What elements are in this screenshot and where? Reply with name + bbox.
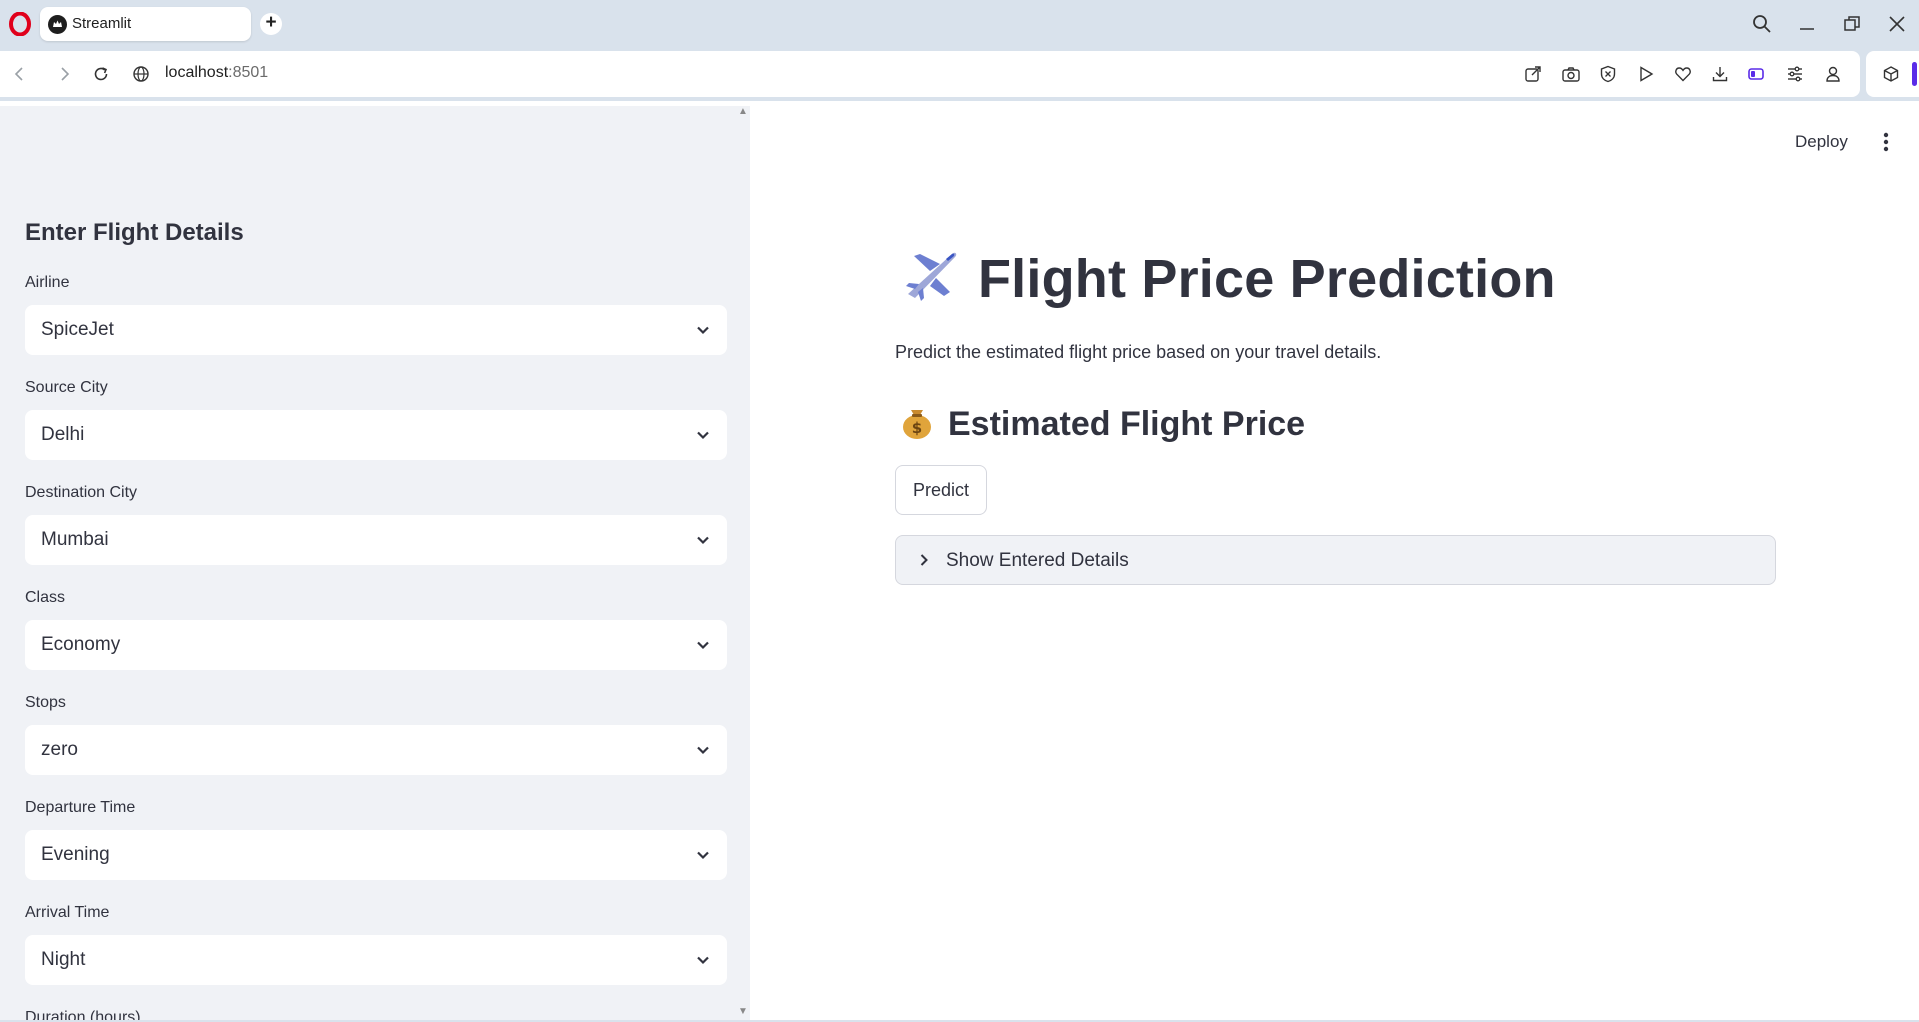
minimize-icon[interactable]: [1793, 10, 1821, 38]
stops-label: Stops: [25, 694, 66, 711]
chevron-down-icon: [697, 536, 709, 545]
section-heading-row: $ Estimated Flight Price: [900, 404, 1305, 445]
reload-icon[interactable]: [89, 62, 113, 86]
class-select[interactable]: Economy: [25, 620, 727, 670]
scroll-up-arrow-icon[interactable]: ▲: [738, 106, 748, 117]
close-window-icon[interactable]: [1883, 10, 1911, 38]
predict-button[interactable]: Predict: [895, 465, 987, 515]
page-title-row: Flight Price Prediction: [900, 246, 1556, 311]
tab-title: Streamlit: [72, 15, 132, 32]
restore-icon[interactable]: [1838, 10, 1866, 38]
source-city-select-value: Delhi: [41, 424, 85, 445]
deploy-button[interactable]: Deploy: [1795, 132, 1848, 152]
streamlit-sidebar: ▲ Enter Flight Details Airline SpiceJet …: [0, 106, 750, 1020]
airline-label: Airline: [25, 274, 70, 291]
chevron-down-icon: [697, 956, 709, 965]
departure-time-label: Departure Time: [25, 799, 136, 816]
arrival-time-select[interactable]: Night: [25, 935, 727, 985]
chevron-down-icon: [697, 431, 709, 440]
player-play-icon[interactable]: [1634, 62, 1658, 86]
chevron-down-icon: [697, 746, 709, 755]
svg-text:$: $: [912, 419, 922, 437]
class-select-value: Economy: [41, 634, 121, 655]
page-title: Flight Price Prediction: [978, 248, 1556, 309]
scroll-down-arrow-icon[interactable]: ▼: [738, 1006, 748, 1017]
browser-address-bar: localhost:8501: [0, 48, 1919, 101]
page-subtitle: Predict the estimated flight price based…: [895, 342, 1382, 362]
download-icon[interactable]: [1708, 62, 1732, 86]
chevron-down-icon: [697, 641, 709, 650]
forward-icon[interactable]: [52, 62, 76, 86]
duration-label: Duration (hours): [25, 1009, 141, 1020]
airline-select-value: SpiceJet: [41, 319, 114, 340]
destination-city-select[interactable]: Mumbai: [25, 515, 727, 565]
sidebar-accent-bar: [1912, 62, 1917, 86]
chevron-right-icon: [920, 554, 928, 566]
money-bag-icon: $: [900, 404, 934, 445]
departure-time-select[interactable]: Evening: [25, 830, 727, 880]
extensions-panel: [1866, 51, 1919, 97]
new-tab-button[interactable]: +: [260, 13, 282, 35]
section-heading: Estimated Flight Price: [948, 405, 1306, 443]
source-city-label: Source City: [25, 379, 108, 396]
heart-icon[interactable]: [1671, 62, 1695, 86]
stops-select[interactable]: zero: [25, 725, 727, 775]
send-to-icon[interactable]: [1521, 62, 1545, 86]
adblock-shield-icon[interactable]: [1596, 62, 1620, 86]
battery-saver-icon[interactable]: [1745, 62, 1769, 86]
url-port: :8501: [228, 64, 269, 81]
main-content: Deploy Flight Price Prediction Predict t…: [750, 106, 1919, 1020]
stops-select-value: zero: [41, 739, 78, 760]
chevron-down-icon: [697, 851, 709, 860]
destination-city-label: Destination City: [25, 484, 138, 501]
class-label: Class: [25, 589, 66, 606]
streamlit-favicon-icon: [48, 15, 67, 34]
expander-label: Show Entered Details: [946, 550, 1129, 571]
camera-icon[interactable]: [1559, 62, 1583, 86]
main-menu-kebab-icon[interactable]: [1874, 130, 1898, 154]
url-host: localhost: [165, 64, 229, 81]
departure-time-select-value: Evening: [41, 844, 110, 865]
profile-icon[interactable]: [1821, 62, 1845, 86]
search-icon[interactable]: [1748, 10, 1776, 38]
extensions-cube-icon[interactable]: [1879, 62, 1903, 86]
opera-logo-icon[interactable]: [9, 11, 31, 37]
back-icon[interactable]: [8, 62, 32, 86]
arrival-time-select-value: Night: [41, 949, 86, 970]
address-bar-field: localhost:8501: [0, 51, 1860, 97]
url-text[interactable]: localhost:8501: [165, 64, 268, 82]
browser-tab-streamlit[interactable]: Streamlit: [40, 7, 251, 41]
easy-setup-icon[interactable]: [1783, 62, 1807, 86]
site-info-globe-icon[interactable]: [129, 62, 153, 86]
source-city-select[interactable]: Delhi: [25, 410, 727, 460]
arrival-time-label: Arrival Time: [25, 904, 110, 921]
browser-tab-bar: Streamlit +: [0, 0, 1919, 48]
sidebar-heading: Enter Flight Details: [25, 219, 244, 246]
chevron-down-icon: [697, 326, 709, 335]
destination-city-select-value: Mumbai: [41, 529, 109, 550]
airplane-icon: [900, 246, 960, 311]
airline-select[interactable]: SpiceJet: [25, 305, 727, 355]
show-entered-details-expander[interactable]: Show Entered Details: [895, 535, 1776, 585]
